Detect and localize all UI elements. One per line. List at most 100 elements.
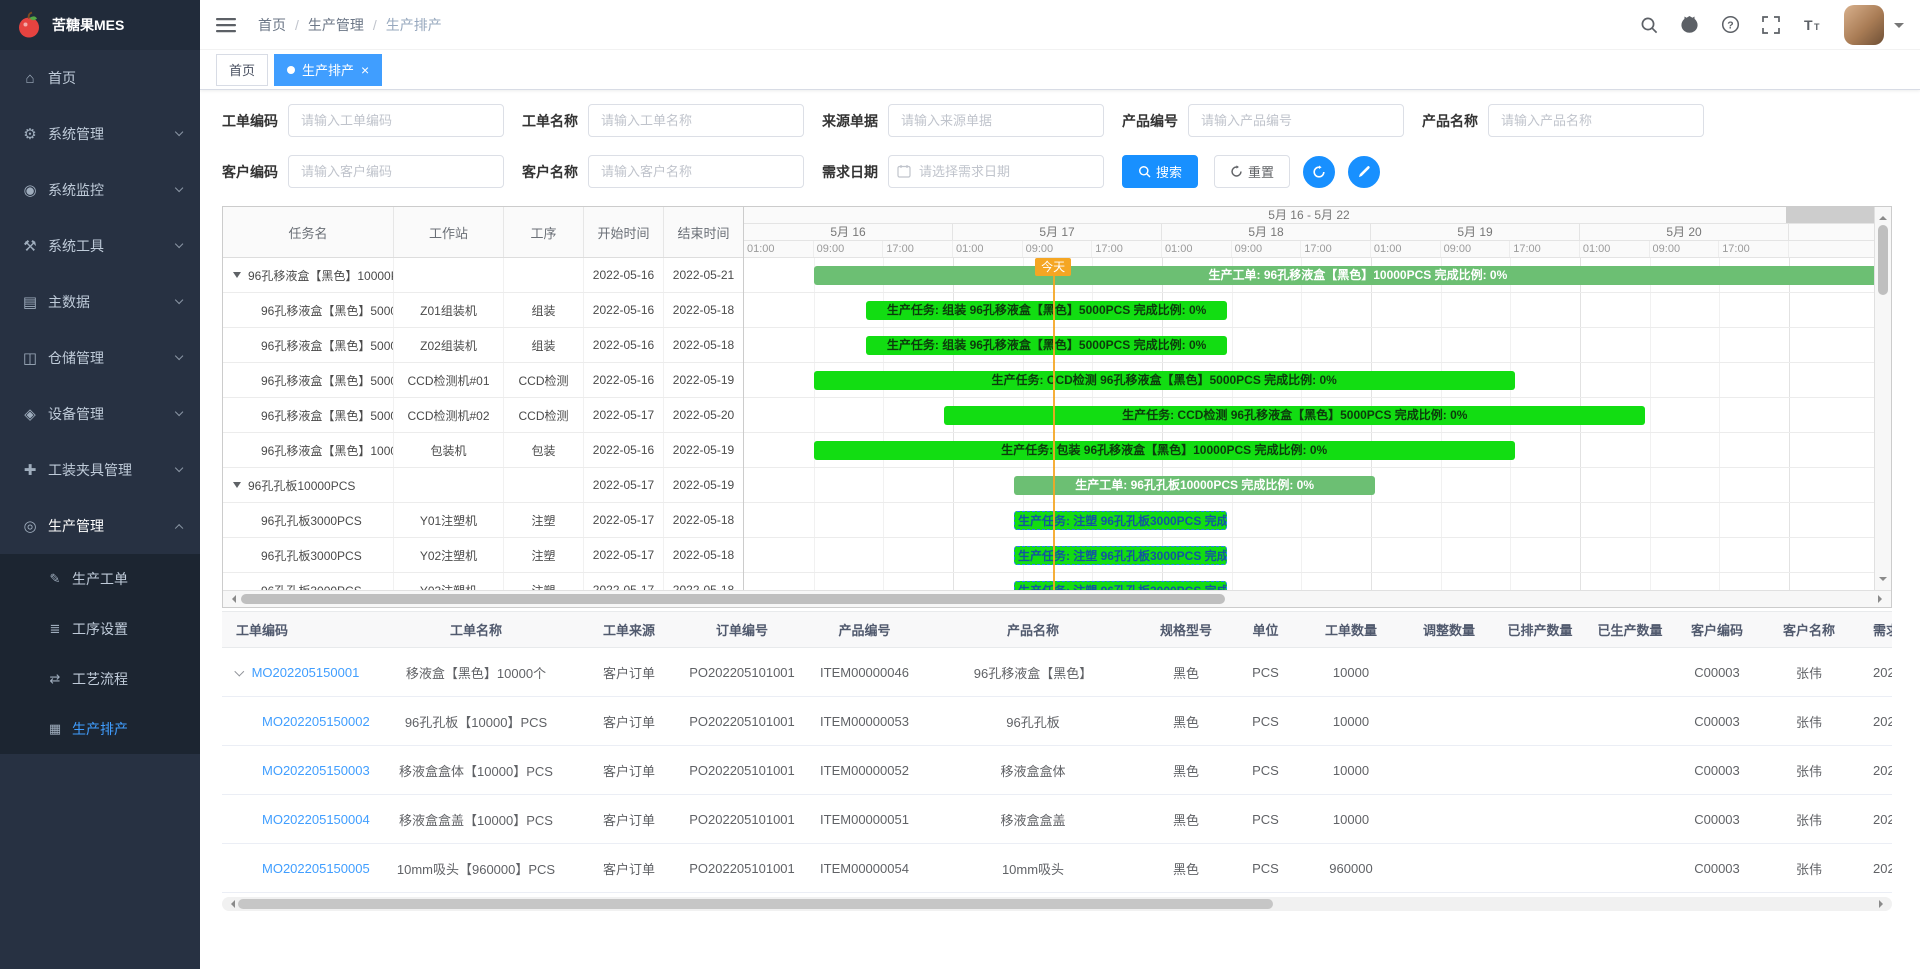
sidebar-item[interactable]: ⌂首页 <box>0 50 200 106</box>
horizontal-scrollbar-thumb[interactable] <box>238 899 1273 909</box>
gantt-bar[interactable]: 生产工单: 96孔移液盒【黑色】10000PCS 完成比例: 0% <box>814 266 1874 285</box>
scroll-left-arrow-icon[interactable] <box>228 595 236 603</box>
collapse-icon[interactable] <box>233 272 241 278</box>
sidebar-item[interactable]: ⚙系统管理 <box>0 106 200 162</box>
gantt-grid-column-header: 开始时间 <box>584 207 664 257</box>
gantt-grid-body: 96孔移液盒【黑色】10000PCS2022-05-162022-05-2196… <box>223 258 743 590</box>
work-order-icon: ✎ <box>46 571 64 587</box>
sidebar-item[interactable]: ◈设备管理 <box>0 386 200 442</box>
gantt-bar[interactable]: 生产任务: 注塑 96孔孔板3000PCS 完成比例: 0% <box>1014 511 1227 530</box>
gantt-bar[interactable]: 生产任务: 注塑 96孔孔板3000PCS 完成比例: 0% <box>1014 581 1227 590</box>
app-logo[interactable]: 苦糖果MES <box>0 0 200 50</box>
date-input[interactable] <box>888 155 1104 188</box>
gantt-task-row[interactable]: 96孔移液盒【黑色】10000PCS包装机包装2022-05-162022-05… <box>223 433 743 468</box>
scroll-down-arrow-icon[interactable] <box>1879 577 1887 585</box>
sidebar-subitem-label: 生产排产 <box>72 719 128 739</box>
text-input[interactable] <box>1488 104 1704 137</box>
gantt-bar[interactable]: 生产任务: CCD检测 96孔移液盒【黑色】5000PCS 完成比例: 0% <box>814 371 1515 390</box>
text-input[interactable] <box>288 155 504 188</box>
table-row[interactable]: MO20220515000296孔孔板【10000】PCS客户订单PO20220… <box>222 697 1892 746</box>
gantt-task-row[interactable]: 96孔孔板3000PCSY03注塑机注塑2022-05-172022-05-18 <box>223 573 743 590</box>
breadcrumb-production[interactable]: 生产管理 <box>308 15 364 35</box>
gantt-task-row[interactable]: 96孔移液盒【黑色】5000PCSZ02组装机组装2022-05-162022-… <box>223 328 743 363</box>
hamburger-icon[interactable] <box>216 17 236 33</box>
gantt-hour-header: 09:00 <box>1650 241 1720 257</box>
table-row[interactable]: MO202205150003移液盒盒体【10000】PCS客户订单PO20220… <box>222 746 1892 795</box>
gantt-task-row[interactable]: 96孔移液盒【黑色】5000PCSCCD检测机#01CCD检测2022-05-1… <box>223 363 743 398</box>
orders-column-header: 客户编码 <box>1675 612 1759 648</box>
gantt-task-row[interactable]: 96孔孔板3000PCSY01注塑机注塑2022-05-172022-05-18 <box>223 503 743 538</box>
text-input[interactable] <box>888 104 1104 137</box>
breadcrumb-home[interactable]: 首页 <box>258 15 286 35</box>
sidebar-subitem[interactable]: ⇄工艺流程 <box>0 654 200 704</box>
table-row[interactable]: MO202205150004移液盒盒盖【10000】PCS客户订单PO20220… <box>222 795 1892 844</box>
sidebar-item[interactable]: ▤主数据 <box>0 274 200 330</box>
orders-column-header: 客户名称 <box>1759 612 1859 648</box>
task-name: 96孔孔板3000PCS <box>261 512 362 529</box>
order-code-link[interactable]: MO202205150001 <box>252 665 360 680</box>
fullscreen-icon[interactable] <box>1762 16 1780 34</box>
table-row[interactable]: MO202205150001移液盒【黑色】10000个客户订单PO2022051… <box>222 648 1892 697</box>
gantt-horizontal-scrollbar[interactable] <box>223 590 1891 607</box>
gantt-panel: 任务名工作站工序开始时间结束时间 96孔移液盒【黑色】10000PCS2022-… <box>222 206 1892 608</box>
sidebar-subitem[interactable]: ≣工序设置 <box>0 604 200 654</box>
gantt-task-row[interactable]: 96孔移液盒【黑色】5000PCSCCD检测机#02CCD检测2022-05-1… <box>223 398 743 433</box>
sidebar-item[interactable]: ⚒系统工具 <box>0 218 200 274</box>
scroll-right-arrow-icon[interactable] <box>1878 595 1886 603</box>
sidebar-item[interactable]: ◎生产管理 <box>0 498 200 554</box>
text-input[interactable] <box>588 104 804 137</box>
gantt-vertical-scrollbar[interactable] <box>1874 207 1891 590</box>
filter-field: 客户编码 <box>222 155 504 188</box>
app-title: 苦糖果MES <box>52 15 124 35</box>
edit-button[interactable] <box>1348 156 1380 188</box>
table-row[interactable]: MO20220515000510mm吸头【960000】PCS客户订单PO202… <box>222 844 1892 893</box>
scroll-right-arrow-icon[interactable] <box>1879 900 1887 908</box>
font-size-icon[interactable]: TT <box>1802 16 1822 34</box>
order-code-link[interactable]: MO202205150005 <box>262 861 370 876</box>
orders-horizontal-scrollbar[interactable] <box>222 897 1892 911</box>
scroll-up-arrow-icon[interactable] <box>1879 212 1887 220</box>
tab-home[interactable]: 首页 <box>216 54 268 86</box>
gantt-bar[interactable]: 生产任务: 组装 96孔移液盒【黑色】5000PCS 完成比例: 0% <box>866 336 1227 355</box>
gantt-task-row[interactable]: 96孔移液盒【黑色】5000PCSZ01组装机组装2022-05-162022-… <box>223 293 743 328</box>
close-icon[interactable]: × <box>361 63 369 77</box>
sidebar-item[interactable]: ◫仓储管理 <box>0 330 200 386</box>
text-input[interactable] <box>288 104 504 137</box>
gantt-task-grid: 任务名工作站工序开始时间结束时间 96孔移液盒【黑色】10000PCS2022-… <box>223 207 744 590</box>
chevron-down-icon <box>175 296 184 305</box>
help-icon[interactable]: ? <box>1721 15 1740 34</box>
tab-production-schedule[interactable]: 生产排产 × <box>274 54 382 86</box>
gantt-task-row[interactable]: 96孔孔板3000PCSY02注塑机注塑2022-05-172022-05-18 <box>223 538 743 573</box>
sidebar-item[interactable]: ✚工装夹具管理 <box>0 442 200 498</box>
user-avatar[interactable] <box>1844 5 1884 45</box>
sidebar-subitem[interactable]: ✎生产工单 <box>0 554 200 604</box>
gantt-bar[interactable]: 生产任务: 组装 96孔移液盒【黑色】5000PCS 完成比例: 0% <box>866 301 1227 320</box>
chevron-down-icon <box>175 352 184 361</box>
gantt-bar[interactable]: 生产任务: 包装 96孔移液盒【黑色】10000PCS 完成比例: 0% <box>814 441 1515 460</box>
collapse-icon[interactable] <box>233 482 241 488</box>
gantt-grid-column-header: 任务名 <box>223 207 394 257</box>
text-input[interactable] <box>588 155 804 188</box>
order-code-link[interactable]: MO202205150002 <box>262 714 370 729</box>
search-icon[interactable] <box>1640 16 1658 34</box>
order-code-link[interactable]: MO202205150004 <box>262 812 370 827</box>
gantt-bar[interactable]: 生产任务: CCD检测 96孔移液盒【黑色】5000PCS 完成比例: 0% <box>944 406 1645 425</box>
gantt-task-row[interactable]: 96孔孔板10000PCS2022-05-172022-05-19 <box>223 468 743 503</box>
orders-column-header: 工单来源 <box>577 612 681 648</box>
sidebar-item[interactable]: ◉系统监控 <box>0 162 200 218</box>
expand-row-icon[interactable] <box>235 667 244 676</box>
vertical-scrollbar-thumb[interactable] <box>1878 225 1888 295</box>
horizontal-scrollbar-thumb[interactable] <box>241 594 1225 604</box>
gantt-task-row[interactable]: 96孔移液盒【黑色】10000PCS2022-05-162022-05-21 <box>223 258 743 293</box>
refresh-gantt-button[interactable] <box>1303 156 1335 188</box>
order-code-link[interactable]: MO202205150003 <box>262 763 370 778</box>
github-icon[interactable] <box>1680 15 1699 34</box>
text-input[interactable] <box>1188 104 1404 137</box>
scroll-left-arrow-icon[interactable] <box>227 900 235 908</box>
gantt-bar[interactable]: 生产任务: 注塑 96孔孔板3000PCS 完成比例: 0% <box>1014 546 1227 565</box>
chevron-down-icon[interactable] <box>1894 23 1904 33</box>
sidebar-subitem[interactable]: ▦生产排产 <box>0 704 200 754</box>
reset-button[interactable]: 重置 <box>1214 155 1290 188</box>
search-button[interactable]: 搜索 <box>1122 155 1198 188</box>
gantt-bar[interactable]: 生产工单: 96孔孔板10000PCS 完成比例: 0% <box>1014 476 1375 495</box>
